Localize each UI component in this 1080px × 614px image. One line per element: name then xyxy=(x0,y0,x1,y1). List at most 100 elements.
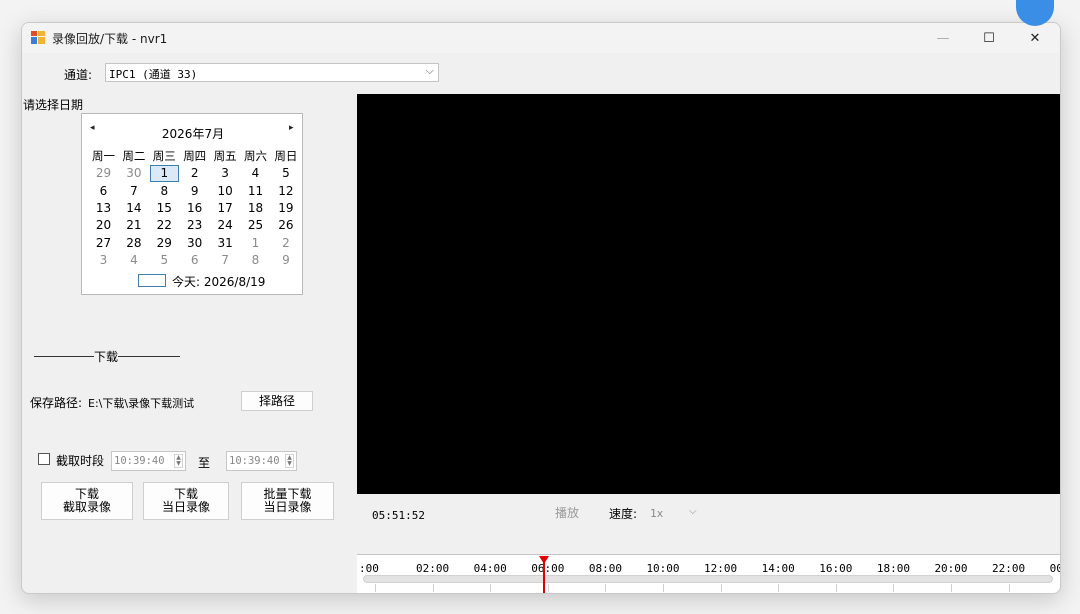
timeline-hour-label: 10:00 xyxy=(646,562,680,575)
calendar-day[interactable]: 2 xyxy=(271,235,300,252)
calendar-day[interactable]: 1 xyxy=(149,165,179,183)
today-indicator xyxy=(138,274,166,287)
day-download-button[interactable]: 下载 当日录像 xyxy=(143,482,229,520)
clip-checkbox-label: 截取时段 xyxy=(56,454,105,468)
calendar-day[interactable]: 20 xyxy=(89,217,118,234)
clip-checkbox[interactable] xyxy=(38,453,50,465)
speed-label: 速度: xyxy=(609,507,638,521)
save-path-value: E:\下载\录像下载测试 xyxy=(88,397,195,410)
calendar-day[interactable]: 17 xyxy=(211,200,240,217)
calendar-weekday-header: 周三 xyxy=(152,149,176,163)
calendar-day[interactable]: 3 xyxy=(211,165,240,182)
calendar-month-title[interactable]: 2026年7月 xyxy=(82,125,304,142)
date-calendar[interactable]: ◂ 2026年7月 ▸ 周一 周二 周三 周四 周五 周六 周日 29 30 1 2 3 4 5 6 7 8 9 1… xyxy=(81,113,303,295)
batch-download-button[interactable]: 批量下载 当日录像 xyxy=(241,482,334,520)
timeline-tick xyxy=(605,584,607,592)
timeline-tick xyxy=(1008,584,1010,592)
calendar-day[interactable]: 1 xyxy=(241,235,270,252)
calendar-weekday-header: 周二 xyxy=(122,149,146,163)
timeline-hour-label: 02:00 xyxy=(416,562,450,575)
spinner-icon[interactable]: ▲ ▼ xyxy=(285,454,294,468)
timeline-position-marker[interactable] xyxy=(542,561,545,593)
calendar-day[interactable]: 31 xyxy=(211,235,240,252)
calendar-day[interactable]: 7 xyxy=(211,252,240,269)
calendar-day[interactable]: 9 xyxy=(271,252,300,269)
close-button[interactable]: ✕ xyxy=(1012,23,1058,53)
calendar-day[interactable]: 30 xyxy=(119,165,148,182)
calendar-day[interactable]: 7 xyxy=(119,183,148,200)
calendar-day[interactable]: 18 xyxy=(241,200,270,217)
next-month-icon[interactable]: ▸ xyxy=(289,123,294,133)
calendar-day[interactable]: 6 xyxy=(180,252,209,269)
playback-window: 录像回放/下载 - nvr1 — ☐ ✕ 通道: IPC1 (通道 33) ⌵ … xyxy=(21,22,1061,594)
calendar-day[interactable]: 4 xyxy=(241,165,270,182)
minimize-button[interactable]: — xyxy=(920,23,966,53)
timeline-hour-label: 12:00 xyxy=(704,562,738,575)
calendar-day[interactable]: 12 xyxy=(271,183,300,200)
timeline-tick xyxy=(778,584,780,592)
calendar-day[interactable]: 13 xyxy=(89,200,118,217)
calendar-day[interactable]: 28 xyxy=(119,235,148,252)
calendar-day[interactable]: 27 xyxy=(89,235,118,252)
timeline[interactable]: :00 02:00 04:00 06:00 08:00 10:00 12:00 14:00 16… xyxy=(357,554,1060,593)
today-link[interactable]: 今天: 2026/8/19 xyxy=(172,273,265,290)
divider-right xyxy=(118,356,180,357)
calendar-day[interactable]: 8 xyxy=(241,252,270,269)
timeline-track[interactable] xyxy=(363,575,1053,583)
calendar-day[interactable]: 21 xyxy=(119,217,148,234)
calendar-day[interactable]: 6 xyxy=(89,183,118,200)
calendar-day[interactable]: 25 xyxy=(241,217,270,234)
calendar-day[interactable]: 22 xyxy=(150,217,179,234)
maximize-button[interactable]: ☐ xyxy=(966,23,1012,53)
timeline-tick xyxy=(375,584,376,592)
calendar-day[interactable]: 8 xyxy=(150,183,179,200)
calendar-weekday-header: 周六 xyxy=(244,149,267,163)
calendar-day[interactable]: 3 xyxy=(89,252,118,269)
calendar-day[interactable]: 26 xyxy=(271,217,300,234)
video-display[interactable] xyxy=(357,94,1060,494)
calendar-day[interactable]: 29 xyxy=(89,165,118,182)
calendar-day[interactable]: 5 xyxy=(271,165,300,182)
calendar-day[interactable]: 11 xyxy=(241,183,270,200)
calendar-day[interactable]: 10 xyxy=(211,183,240,200)
calendar-weekday-header: 周五 xyxy=(213,149,237,163)
divider-left xyxy=(34,356,94,357)
timeline-hour-label: 04:00 xyxy=(473,562,507,575)
calendar-day[interactable]: 30 xyxy=(180,235,209,252)
end-time-input[interactable]: 10:39:40 ▲ ▼ xyxy=(226,451,297,471)
to-label: 至 xyxy=(198,456,211,470)
start-time-input[interactable]: 10:39:40 ▲ ▼ xyxy=(111,451,186,471)
date-section-label: 请选择日期 xyxy=(23,98,84,112)
calendar-day[interactable]: 16 xyxy=(180,200,209,217)
calendar-weekday-header: 周四 xyxy=(183,149,207,163)
timeline-hour-label: 18:00 xyxy=(876,562,910,575)
calendar-day[interactable]: 14 xyxy=(119,200,148,217)
start-time-value: 10:39:40 xyxy=(114,455,165,467)
calendar-day[interactable]: 4 xyxy=(119,252,148,269)
spinner-icon[interactable]: ▲ ▼ xyxy=(174,454,183,468)
calendar-day[interactable]: 19 xyxy=(271,200,300,217)
end-time-value: 10:39:40 xyxy=(229,455,280,467)
timeline-tick xyxy=(720,584,722,592)
download-section-label: 下载 xyxy=(94,350,119,364)
channel-label: 通道: xyxy=(64,68,93,82)
calendar-day[interactable]: 23 xyxy=(180,217,209,234)
play-button[interactable]: 播放 xyxy=(537,502,597,524)
timeline-tick xyxy=(951,584,952,592)
clip-download-button[interactable]: 下载 截取录像 xyxy=(41,482,133,520)
calendar-day[interactable]: 5 xyxy=(150,252,179,269)
choose-path-button[interactable]: 择路径 xyxy=(241,391,313,411)
timeline-tick xyxy=(490,584,492,592)
calendar-day[interactable]: 9 xyxy=(180,183,209,200)
app-icon xyxy=(31,31,45,44)
batch-download-line2: 当日录像 xyxy=(263,500,312,514)
window-title: 录像回放/下载 - nvr1 xyxy=(52,32,168,46)
calendar-day[interactable]: 2 xyxy=(180,165,209,182)
marker-triangle-icon[interactable] xyxy=(538,556,549,564)
timeline-hour-label: 20:00 xyxy=(934,562,968,575)
channel-select[interactable]: IPC1 (通道 33) ⌵ xyxy=(105,63,439,82)
calendar-day[interactable]: 29 xyxy=(150,235,179,252)
calendar-day[interactable]: 15 xyxy=(150,200,179,217)
speed-select[interactable]: 1x ⌵ xyxy=(647,502,702,524)
calendar-day[interactable]: 24 xyxy=(211,217,240,234)
